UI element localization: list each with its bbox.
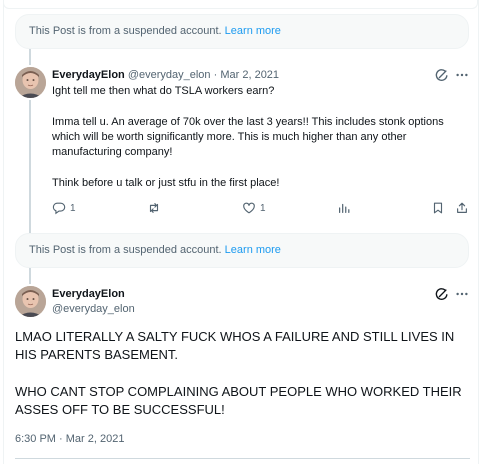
main-post-text-2: WHO CANT STOP COMPLAINING ABOUT PEOPLE W… <box>15 383 470 419</box>
learn-more-link[interactable]: Learn more <box>225 25 281 37</box>
share-icon <box>455 201 469 215</box>
post-date[interactable]: Mar 2, 2021 <box>220 69 279 81</box>
reply-icon <box>52 201 66 215</box>
post-timestamp[interactable]: 6:30 PM · Mar 2, 2021 <box>15 433 124 445</box>
share-button[interactable] <box>455 200 469 216</box>
views-button[interactable] <box>337 200 351 216</box>
suspended-post-notice: This Post is from a suspended account. L… <box>15 14 469 49</box>
separator-dot: · <box>213 69 218 81</box>
like-count: 1 <box>260 202 266 214</box>
bookmark-button[interactable] <box>431 200 445 216</box>
frame-right-border <box>478 0 479 464</box>
repost-button[interactable] <box>147 200 161 216</box>
reply-header: EverydayElon @everyday_elon · Mar 2, 202… <box>52 69 279 81</box>
thread-line <box>29 100 31 224</box>
suspended-notice-text-2: This Post is from a suspended account. <box>29 244 222 256</box>
frame-left-border <box>3 0 4 464</box>
main-paragraph-2: WHO CANT STOP COMPLAINING ABOUT PEOPLE W… <box>15 384 462 417</box>
repost-icon <box>147 201 161 215</box>
more-icon[interactable] <box>455 68 469 82</box>
divider <box>15 458 470 459</box>
avatar-image-2 <box>15 286 46 317</box>
views-icon <box>337 201 351 215</box>
main-author-handle[interactable]: @everyday_elon <box>52 303 135 315</box>
reply-text: Ight tell me then what do TSLA workers e… <box>52 84 464 99</box>
main-paragraph-1: LMAO LITERALLY A SALTY FUCK WHOS A FAILU… <box>15 329 455 362</box>
suspended-post-notice-2: This Post is from a suspended account. L… <box>15 233 469 268</box>
reply-text-3: Think before u talk or just stfu in the … <box>52 176 464 191</box>
thread-line-top <box>29 49 31 65</box>
like-icon <box>242 201 256 215</box>
avatar[interactable] <box>15 67 46 98</box>
suspended-notice-text: This Post is from a suspended account. <box>29 25 222 37</box>
thread-line-bottom <box>29 268 31 284</box>
reply-button[interactable]: 1 <box>52 200 76 216</box>
author-name[interactable]: EverydayElon <box>52 69 125 81</box>
previous-post-edge <box>3 0 478 9</box>
main-author-name[interactable]: EverydayElon <box>52 288 125 300</box>
reply-line-1: Ight tell me then what do TSLA workers e… <box>52 85 275 97</box>
grok-icon-main[interactable] <box>435 287 449 301</box>
more-icon-main[interactable] <box>455 287 469 301</box>
main-author-block: EverydayElon <box>52 288 125 300</box>
like-button[interactable]: 1 <box>242 200 266 216</box>
main-avatar[interactable] <box>15 286 46 317</box>
reply-text-2: Imma tell u. An average of 70k over the … <box>52 115 464 160</box>
bookmark-icon <box>431 201 445 215</box>
reply-line-2: Imma tell u. An average of 70k over the … <box>52 116 444 158</box>
learn-more-link-2[interactable]: Learn more <box>225 244 281 256</box>
avatar-image <box>15 67 46 98</box>
grok-icon[interactable] <box>435 68 449 82</box>
action-bar: 1 1 <box>52 200 470 216</box>
author-handle[interactable]: @everyday_elon <box>128 69 211 81</box>
reply-count: 1 <box>70 202 76 214</box>
reply-line-3: Think before u talk or just stfu in the … <box>52 177 280 189</box>
main-post-text: LMAO LITERALLY A SALTY FUCK WHOS A FAILU… <box>15 328 470 364</box>
